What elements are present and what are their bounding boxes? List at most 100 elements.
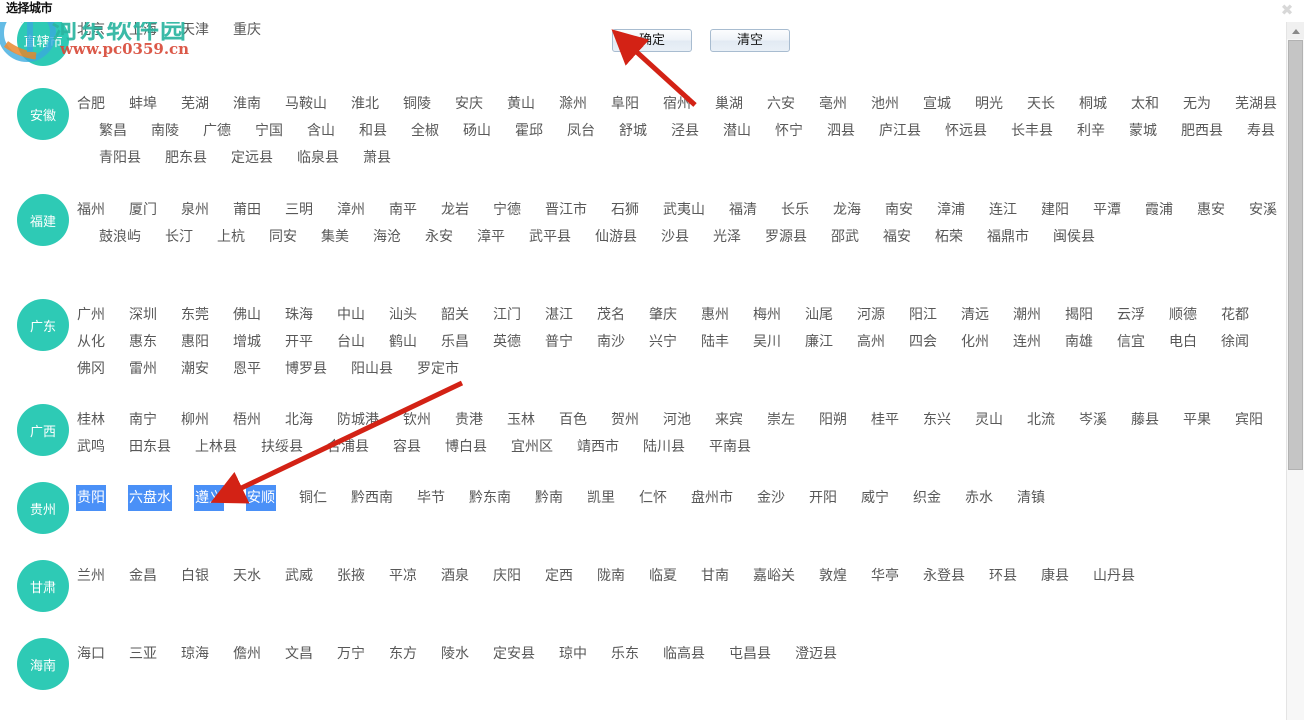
city-item[interactable]: 东方 xyxy=(388,641,418,667)
city-item[interactable]: 张掖 xyxy=(336,563,366,589)
city-item[interactable]: 廉江 xyxy=(804,329,834,355)
city-item[interactable]: 织金 xyxy=(912,485,942,511)
city-item[interactable]: 临泉县 xyxy=(296,145,340,171)
city-item[interactable]: 沙县 xyxy=(660,224,690,250)
city-item[interactable]: 开平 xyxy=(284,329,314,355)
city-item[interactable]: 汕尾 xyxy=(804,302,834,328)
city-item[interactable]: 电白 xyxy=(1168,329,1198,355)
city-item[interactable]: 合浦县 xyxy=(326,434,370,460)
city-item[interactable]: 鼓浪屿 xyxy=(98,224,142,250)
city-item[interactable]: 定远县 xyxy=(230,145,274,171)
city-item[interactable]: 龙岩 xyxy=(440,197,470,223)
city-item[interactable]: 佛山 xyxy=(232,302,262,328)
city-item[interactable]: 鹤山 xyxy=(388,329,418,355)
city-item[interactable]: 环县 xyxy=(988,563,1018,589)
city-item[interactable]: 霍邱 xyxy=(514,118,544,144)
city-item[interactable]: 平潭 xyxy=(1092,197,1122,223)
city-item[interactable]: 北海 xyxy=(284,407,314,433)
city-item[interactable]: 阳山县 xyxy=(350,356,394,382)
city-item[interactable]: 陇南 xyxy=(596,563,626,589)
city-item[interactable]: 黄山 xyxy=(506,91,536,117)
city-item[interactable]: 惠东 xyxy=(128,329,158,355)
city-item[interactable]: 从化 xyxy=(76,329,106,355)
city-item[interactable]: 高州 xyxy=(856,329,886,355)
city-item[interactable]: 安顺 xyxy=(246,485,276,511)
city-item[interactable]: 增城 xyxy=(232,329,262,355)
city-item[interactable]: 池州 xyxy=(870,91,900,117)
city-item[interactable]: 肥东县 xyxy=(164,145,208,171)
city-item[interactable]: 仁怀 xyxy=(638,485,668,511)
city-item[interactable]: 兰州 xyxy=(76,563,106,589)
city-item[interactable]: 马鞍山 xyxy=(284,91,328,117)
city-item[interactable]: 连江 xyxy=(988,197,1018,223)
city-item[interactable]: 雷州 xyxy=(128,356,158,382)
city-item[interactable]: 同安 xyxy=(268,224,298,250)
city-item[interactable]: 万宁 xyxy=(336,641,366,667)
city-item[interactable]: 吴川 xyxy=(752,329,782,355)
city-item[interactable]: 无为 xyxy=(1182,91,1212,117)
city-item[interactable]: 利辛 xyxy=(1076,118,1106,144)
city-item[interactable]: 贵港 xyxy=(454,407,484,433)
city-item[interactable]: 台山 xyxy=(336,329,366,355)
city-item[interactable]: 揭阳 xyxy=(1064,302,1094,328)
confirm-button[interactable]: 确定 xyxy=(612,29,692,52)
city-item[interactable]: 淮北 xyxy=(350,91,380,117)
city-item[interactable]: 桂林 xyxy=(76,407,106,433)
city-item[interactable]: 康县 xyxy=(1040,563,1070,589)
city-item[interactable]: 清远 xyxy=(960,302,990,328)
city-item[interactable]: 甘南 xyxy=(700,563,730,589)
city-item[interactable]: 和县 xyxy=(358,118,388,144)
city-item[interactable]: 青阳县 xyxy=(98,145,142,171)
city-item[interactable]: 盘州市 xyxy=(690,485,734,511)
city-item[interactable]: 文昌 xyxy=(284,641,314,667)
city-item[interactable]: 来宾 xyxy=(714,407,744,433)
city-item[interactable]: 福州 xyxy=(76,197,106,223)
city-item[interactable]: 四会 xyxy=(908,329,938,355)
city-item[interactable]: 舒城 xyxy=(618,118,648,144)
city-item[interactable]: 徐闻 xyxy=(1220,329,1250,355)
city-item[interactable]: 仙游县 xyxy=(594,224,638,250)
city-item[interactable]: 庆阳 xyxy=(492,563,522,589)
city-item[interactable]: 泾县 xyxy=(670,118,700,144)
province-badge[interactable]: 广西 xyxy=(17,404,69,456)
city-item[interactable]: 三亚 xyxy=(128,641,158,667)
province-badge[interactable]: 福建 xyxy=(17,194,69,246)
city-item[interactable]: 岑溪 xyxy=(1078,407,1108,433)
city-item[interactable]: 靖西市 xyxy=(576,434,620,460)
city-item[interactable]: 北流 xyxy=(1026,407,1056,433)
city-item[interactable]: 合肥 xyxy=(76,91,106,117)
city-item[interactable]: 武夷山 xyxy=(662,197,706,223)
city-item[interactable]: 柳州 xyxy=(180,407,210,433)
city-item[interactable]: 藤县 xyxy=(1130,407,1160,433)
city-item[interactable]: 恩平 xyxy=(232,356,262,382)
city-item[interactable]: 顺德 xyxy=(1168,302,1198,328)
city-item[interactable]: 开阳 xyxy=(808,485,838,511)
city-item[interactable]: 贺州 xyxy=(610,407,640,433)
city-item[interactable]: 田东县 xyxy=(128,434,172,460)
city-item[interactable]: 上杭 xyxy=(216,224,246,250)
city-item[interactable]: 邵武 xyxy=(830,224,860,250)
city-item[interactable]: 深圳 xyxy=(128,302,158,328)
city-item[interactable]: 临夏 xyxy=(648,563,678,589)
city-item[interactable]: 黔西南 xyxy=(350,485,394,511)
city-item[interactable]: 集美 xyxy=(320,224,350,250)
province-badge[interactable]: 甘肃 xyxy=(17,560,69,612)
city-item[interactable]: 罗定市 xyxy=(416,356,460,382)
city-item[interactable]: 白银 xyxy=(180,563,210,589)
city-item[interactable]: 石狮 xyxy=(610,197,640,223)
city-item[interactable]: 长乐 xyxy=(780,197,810,223)
city-item[interactable]: 繁昌 xyxy=(98,118,128,144)
city-item[interactable]: 萧县 xyxy=(362,145,392,171)
city-item[interactable]: 武平县 xyxy=(528,224,572,250)
city-item[interactable]: 威宁 xyxy=(860,485,890,511)
city-item[interactable]: 芜湖县 xyxy=(1234,91,1278,117)
city-item[interactable]: 陆丰 xyxy=(700,329,730,355)
city-item[interactable]: 百色 xyxy=(558,407,588,433)
province-badge[interactable]: 安徽 xyxy=(17,88,69,140)
city-item[interactable]: 琼中 xyxy=(558,641,588,667)
city-item[interactable]: 霞浦 xyxy=(1144,197,1174,223)
city-item[interactable]: 漳平 xyxy=(476,224,506,250)
city-item[interactable]: 福清 xyxy=(728,197,758,223)
city-item[interactable]: 定安县 xyxy=(492,641,536,667)
scrollbar-thumb[interactable] xyxy=(1288,40,1303,470)
